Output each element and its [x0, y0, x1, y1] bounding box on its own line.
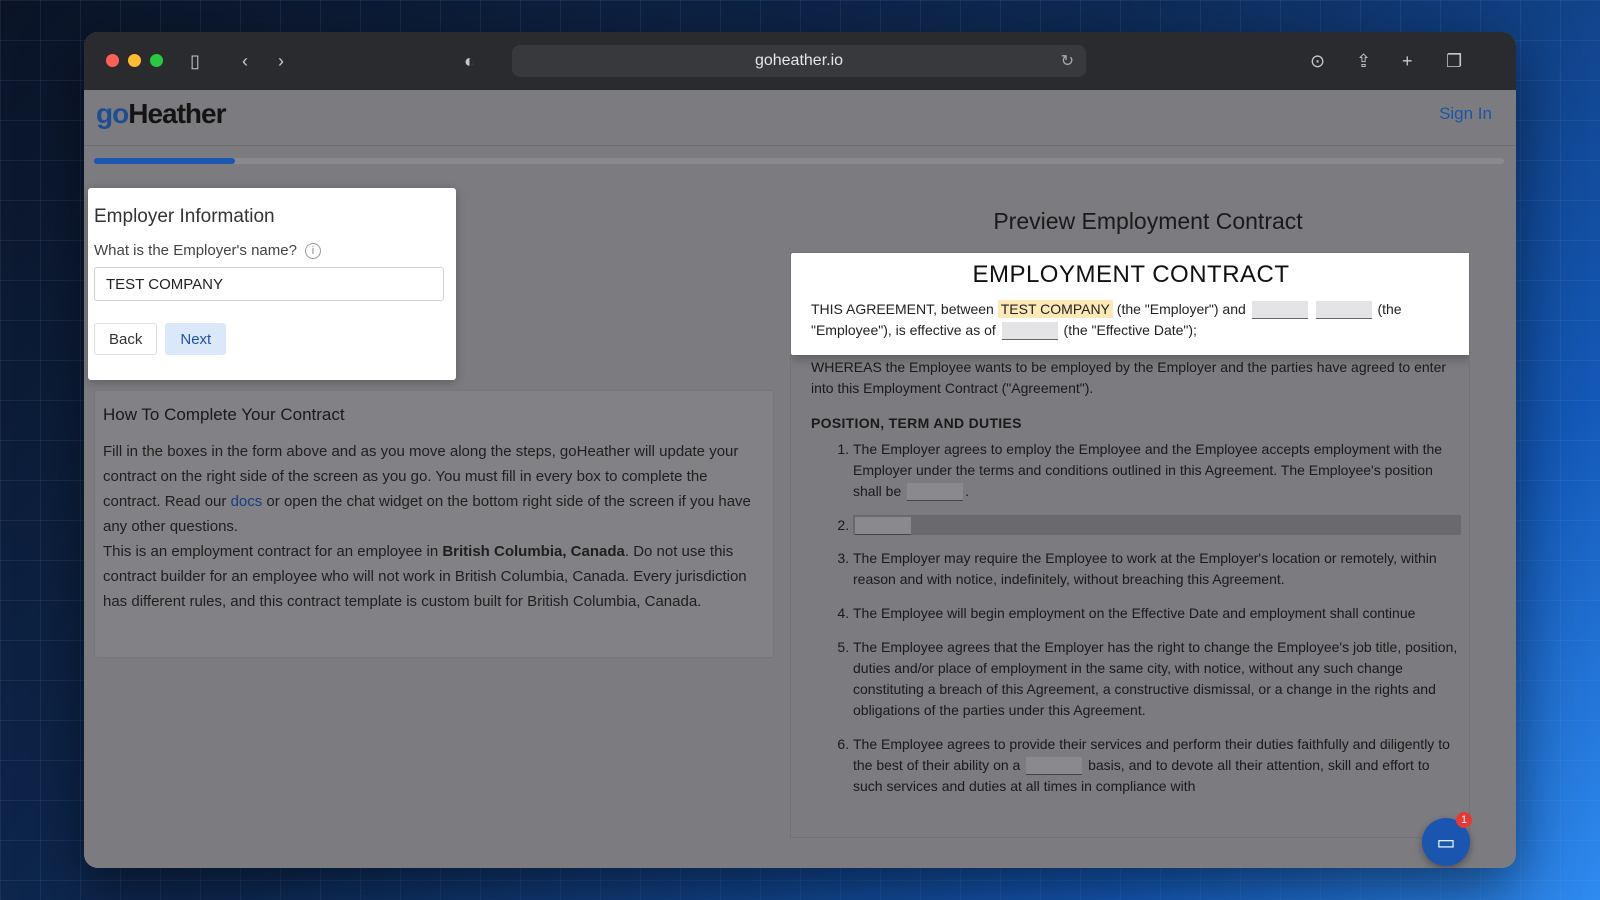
list-item: The Employee will begin employment on th… — [853, 603, 1461, 624]
jurisdiction-text: British Columbia, Canada — [442, 543, 625, 560]
shield-icon[interactable]: ◐ — [464, 50, 475, 72]
browser-toolbar: ▯ ‹ › ◐ goheather.io ↻ ⊙ ⇪ + ❐ — [84, 32, 1516, 90]
preview-title: Preview Employment Contract — [993, 208, 1303, 234]
contract-body: WHEREAS the Employee wants to be employe… — [811, 357, 1461, 810]
employer-name-highlight: TEST COMPANY — [997, 300, 1113, 318]
new-tab-icon[interactable]: + — [1402, 50, 1413, 72]
docs-link[interactable]: docs — [231, 493, 263, 510]
contract-intro: THIS AGREEMENT, between TEST COMPANY (th… — [811, 299, 1451, 341]
section-heading: POSITION, TERM AND DUTIES — [811, 415, 1022, 431]
employer-name-input[interactable] — [94, 267, 444, 301]
list-item: The Employer agrees to employ the Employ… — [853, 439, 1461, 502]
how-to-title: How To Complete Your Contract — [103, 405, 345, 424]
next-button[interactable]: Next — [165, 323, 227, 355]
close-window-button[interactable] — [106, 54, 119, 67]
contract-preview[interactable]: EMPLOYMENT CONTRACT THIS AGREEMENT, betw… — [790, 252, 1470, 838]
site-header: goHeather Sign In — [84, 90, 1516, 146]
window-controls — [106, 54, 163, 67]
employee-last-name-blank — [1315, 301, 1372, 320]
reload-icon[interactable]: ↻ — [1061, 51, 1074, 71]
employer-info-card: Employer Information What is the Employe… — [88, 188, 456, 380]
web-page: goHeather Sign In Employer Information W… — [84, 90, 1516, 868]
how-to-text: This is an employment contract for an em… — [103, 543, 443, 560]
contract-text: . — [965, 483, 970, 499]
list-item: The Employer may require the Employee to… — [853, 548, 1461, 590]
sidebar-toggle-icon[interactable]: ▯ — [190, 50, 200, 72]
minimize-window-button[interactable] — [128, 54, 141, 67]
address-bar[interactable]: goheather.io ↻ — [512, 45, 1086, 77]
sign-in-link[interactable]: Sign In — [1439, 104, 1492, 124]
how-to-panel: How To Complete Your Contract Fill in th… — [94, 390, 774, 658]
contract-title: EMPLOYMENT CONTRACT — [972, 261, 1290, 288]
contract-header: EMPLOYMENT CONTRACT THIS AGREEMENT, betw… — [791, 253, 1469, 355]
chat-bubble-icon: ▭ — [1436, 831, 1456, 854]
form-title: Employer Information — [94, 206, 275, 227]
info-icon[interactable]: i — [304, 242, 321, 259]
effective-date-blank — [1001, 322, 1058, 341]
back-arrow-icon[interactable]: ‹ — [242, 50, 248, 72]
url-text: goheather.io — [754, 52, 844, 69]
maximize-window-button[interactable] — [150, 54, 163, 67]
contract-text: (the "Effective Date"); — [1059, 322, 1197, 338]
employer-name-question: What is the Employer's name? — [94, 242, 297, 259]
highlighted-row — [853, 515, 1461, 536]
step-progress-fill — [94, 158, 235, 164]
tab-overview-icon[interactable]: ❐ — [1446, 50, 1462, 72]
browser-window: ▯ ‹ › ◐ goheather.io ↻ ⊙ ⇪ + ❐ goHeather… — [84, 32, 1516, 868]
forward-arrow-icon[interactable]: › — [278, 50, 284, 72]
step-progress-bar — [94, 158, 1504, 164]
position-blank — [907, 483, 964, 502]
term-blank — [855, 517, 911, 536]
chat-notification-badge: 1 — [1456, 812, 1472, 828]
employer-name-label: What is the Employer's name? i — [94, 242, 450, 259]
whereas-clause: WHEREAS the Employee wants to be employe… — [811, 359, 1447, 396]
list-item: The Employee agrees to provide their ser… — [853, 734, 1461, 797]
list-item: The Employee agrees that the Employer ha… — [853, 637, 1461, 721]
chat-widget-button[interactable]: ▭ 1 — [1422, 812, 1472, 866]
how-to-paragraph-2: This is an employment contract for an em… — [103, 539, 765, 614]
contract-text: (the "Employer") and — [1112, 301, 1250, 317]
logo-heather-text: Heather — [128, 98, 226, 129]
how-to-paragraph-1: Fill in the boxes in the form above and … — [103, 439, 765, 539]
share-icon[interactable]: ⇪ — [1356, 50, 1371, 72]
back-button[interactable]: Back — [94, 323, 158, 355]
contract-text: THIS AGREEMENT, between — [811, 301, 998, 317]
download-icon[interactable]: ⊙ — [1310, 50, 1325, 72]
logo-go-text: go — [96, 98, 129, 129]
list-item — [853, 515, 1461, 536]
basis-blank — [1026, 757, 1083, 776]
employee-first-name-blank — [1251, 301, 1308, 320]
goheather-logo[interactable]: goHeather — [96, 98, 226, 130]
form-buttons: Back Next — [94, 323, 450, 355]
duties-list: The Employer agrees to employ the Employ… — [811, 439, 1461, 797]
